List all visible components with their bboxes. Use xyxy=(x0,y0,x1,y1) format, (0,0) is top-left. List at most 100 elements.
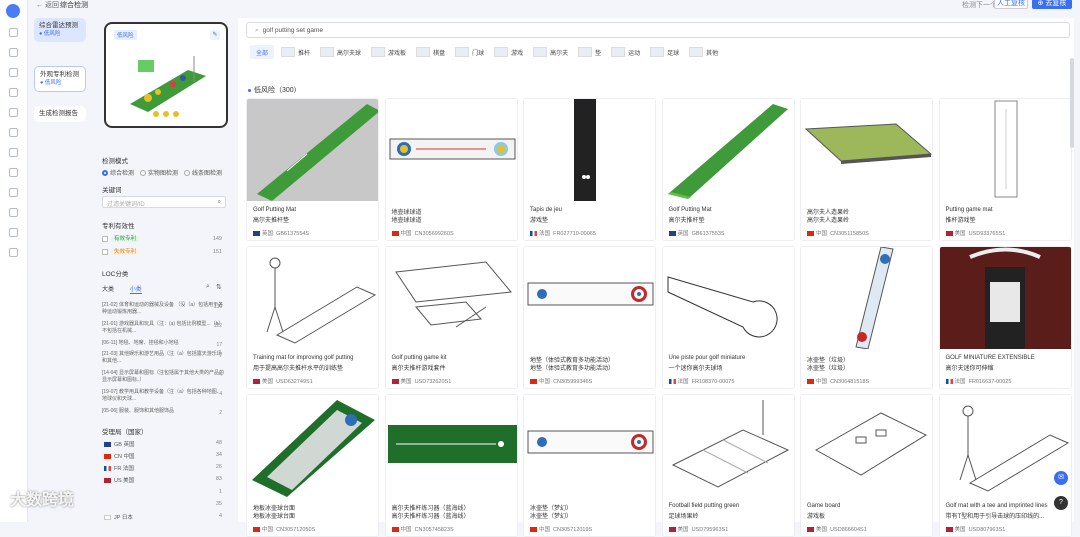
patent-image[interactable] xyxy=(247,99,378,201)
patent-image[interactable] xyxy=(662,395,794,497)
patent-image[interactable] xyxy=(385,247,517,349)
app-logo-icon[interactable] xyxy=(6,4,20,18)
card-id[interactable]: CN305115850S xyxy=(830,231,869,237)
category-chip[interactable]: 运动 xyxy=(608,45,643,59)
country-item[interactable]: JP 日本 4 xyxy=(102,513,226,522)
result-card[interactable]: 地板冰壶球台面 地板冰壶球台面 中国 CN305712050S xyxy=(246,394,379,537)
patent-image[interactable] xyxy=(247,395,378,497)
nav-radar[interactable]: 综合雷达预测 ● 低风险 xyxy=(34,18,86,42)
dashboard-icon[interactable] xyxy=(9,28,18,37)
result-card[interactable]: Golf Putting Mat 高尔夫推杆垫 英国 GB6137554S xyxy=(246,98,379,241)
patent-image[interactable] xyxy=(939,395,1071,497)
loc-item[interactable]: [14-04] 显示屏幕和图标（注包括属于其他大类的产品的显示屏幕和图标。） 4 xyxy=(102,370,226,383)
patent-image[interactable] xyxy=(385,395,517,497)
result-card[interactable]: Golf putting game kit 高尔夫推杆游戏套件 美国 USD73… xyxy=(384,246,518,389)
result-card[interactable]: 冰壶垫（梦幻） 冰壶垫（梦幻） 中国 CN305712019S xyxy=(523,394,656,537)
card-id[interactable]: FR108370-00075 xyxy=(692,379,735,385)
result-card[interactable]: Training mat for improving golf putting … xyxy=(246,246,379,389)
patent-image[interactable] xyxy=(801,395,932,497)
result-card[interactable]: 高尔夫推杆练习器（蓝海线） 高尔夫推杆练习器（蓝海线） 中国 CN3057458… xyxy=(384,394,518,537)
country-item[interactable]: US 美国 83 xyxy=(102,476,226,485)
chat-button[interactable]: ✉ xyxy=(1054,471,1068,485)
nav-report[interactable]: 生成检测报告 xyxy=(34,106,86,122)
mode-radio-3[interactable]: 线条图检测 xyxy=(184,168,222,177)
card-id[interactable]: CN305999346S xyxy=(553,379,592,385)
result-card[interactable]: Golf mat with a tee and imprinted lines … xyxy=(938,394,1072,537)
loc-item[interactable]: [21-02] 体育和运动的器械及设备 （没（a）包括用于各种运动锻炼用器...… xyxy=(102,302,226,315)
patent-image[interactable] xyxy=(939,99,1071,201)
result-card[interactable]: GOLF MINIATURE EXTENSIBLE 高尔夫迷你可伸缩 法国 FR… xyxy=(938,246,1072,389)
validity-invalid[interactable]: 失效专利 151 xyxy=(102,247,226,258)
patent-image[interactable] xyxy=(524,99,655,201)
result-card[interactable]: 地垫（体验式教育多功能活动） 地垫（体验式教育多功能活动） 中国 CN30599… xyxy=(523,246,656,389)
review-button[interactable]: 人工复核 xyxy=(994,0,1028,9)
back-link[interactable]: ← 返回 xyxy=(36,0,59,10)
location-icon[interactable] xyxy=(9,88,18,97)
card-id[interactable]: USD807963S1 xyxy=(969,527,1006,533)
lock-icon[interactable] xyxy=(9,168,18,177)
result-card[interactable]: Une piste pour golf miniature 一个迷你高尔夫球场 … xyxy=(661,246,795,389)
card-id[interactable]: CN305699260S xyxy=(415,231,454,237)
country-item[interactable]: 1 xyxy=(102,489,226,498)
mode-radio-2[interactable]: 实物图检测 xyxy=(140,168,178,177)
patent-image[interactable] xyxy=(662,99,794,201)
loc-item[interactable]: [19-07] 教学用具和教学设备（注（a）包括各种地图、地球仪和天球... 4 xyxy=(102,389,226,402)
settings-icon[interactable] xyxy=(9,228,18,237)
card-id[interactable]: USD795963S1 xyxy=(692,527,729,533)
result-card[interactable]: Football field putting green 足球场果岭 美国 US… xyxy=(661,394,795,537)
result-card[interactable]: 地壶球球道 地壶球球道 中国 CN305699260S xyxy=(384,98,518,241)
patent-image[interactable] xyxy=(524,247,655,349)
validity-valid[interactable]: 有效专利 149 xyxy=(102,234,226,245)
country-item[interactable]: CN 中国 34 xyxy=(102,452,226,461)
category-chip[interactable]: 高尔夫 xyxy=(530,45,571,59)
country-item[interactable]: 35 xyxy=(102,501,226,510)
result-card[interactable]: Game board 游戏板 美国 USD866604S1 xyxy=(800,394,933,537)
card-id[interactable]: USD732620S1 xyxy=(415,379,452,385)
patent-image[interactable] xyxy=(662,247,794,349)
country-item[interactable]: FR 法国 26 xyxy=(102,464,226,473)
target-icon[interactable] xyxy=(9,108,18,117)
loc-item[interactable]: [21-01] 游戏器具和玩具（注：(a) 包括比例模型...（b）不包括在机械… xyxy=(102,321,226,334)
keyword-input[interactable]: 过滤关键词/ID ⌕ xyxy=(102,196,226,208)
category-chip[interactable]: 棋盘 xyxy=(413,45,448,59)
search-icon[interactable] xyxy=(9,68,18,77)
tab-major[interactable]: 大类 xyxy=(102,287,114,293)
link-icon[interactable] xyxy=(9,248,18,257)
search-input[interactable]: ⌕ golf putting set game xyxy=(246,22,1070,38)
loc-item[interactable]: [05-06] 服装、服饰和其他服饰品 2 xyxy=(102,408,226,416)
card-id[interactable]: USD866604S1 xyxy=(830,527,867,533)
result-card[interactable]: Putting game mat 推杆游戏垫 美国 USD933765S1 xyxy=(938,98,1072,241)
patent-image[interactable] xyxy=(801,247,932,350)
help-button[interactable]: ? xyxy=(1054,496,1068,510)
category-chip[interactable]: 足球 xyxy=(647,45,682,59)
patent-image[interactable] xyxy=(385,99,517,201)
card-id[interactable]: GB6137553S xyxy=(692,231,725,237)
patent-image[interactable] xyxy=(801,99,932,201)
card-id[interactable]: FR016637-00025 xyxy=(969,379,1012,385)
result-card[interactable]: 冰壶垫（垃圾） 冰壶垫（垃圾） 中国 CN306481518S xyxy=(800,246,933,389)
category-chip[interactable]: 全部 xyxy=(250,45,275,59)
loc-item[interactable]: [06-11] 地毯、地席、挂毯和小地毯 17 xyxy=(102,340,226,348)
patent-image[interactable] xyxy=(524,395,655,497)
result-card[interactable]: Tapis de jeu 游戏垫 法国 FR027710-00065 xyxy=(523,98,656,241)
patent-image[interactable] xyxy=(939,247,1071,349)
query-image-card[interactable]: 低风险 ✎ xyxy=(104,22,228,128)
filter-icon[interactable]: ⇅ xyxy=(216,283,222,291)
card-id[interactable]: CN305745823S xyxy=(415,527,454,533)
shield-icon[interactable] xyxy=(9,48,18,57)
doc-icon[interactable] xyxy=(9,128,18,137)
loc-item[interactable]: [21-03] 其他娱乐和游艺用品（注（a）包括露天游乐场和其他... 7 xyxy=(102,351,226,364)
result-card[interactable]: Golf Putting Mat 高尔夫推杆垫 英国 GB6137553S xyxy=(661,98,795,241)
category-chip[interactable]: 推杆 xyxy=(278,45,313,59)
card-id[interactable]: CN305712019S xyxy=(553,527,592,533)
download-button[interactable]: ⊕ 去复核 xyxy=(1032,0,1072,9)
mode-radio-1[interactable]: 综合检测 xyxy=(102,168,134,177)
card-id[interactable]: CN306481518S xyxy=(830,379,869,385)
chart-icon[interactable] xyxy=(9,148,18,157)
tab-minor[interactable]: 小类 xyxy=(129,287,142,294)
category-chip[interactable]: 门球 xyxy=(452,45,487,59)
edit-icon[interactable]: ✎ xyxy=(210,30,220,40)
result-card[interactable]: 高尔夫人造果岭 高尔夫人造果岭 中国 CN305115850S xyxy=(800,98,933,241)
category-chip[interactable]: 垫 xyxy=(575,45,604,59)
country-item[interactable]: GB 英国 48 xyxy=(102,440,226,449)
